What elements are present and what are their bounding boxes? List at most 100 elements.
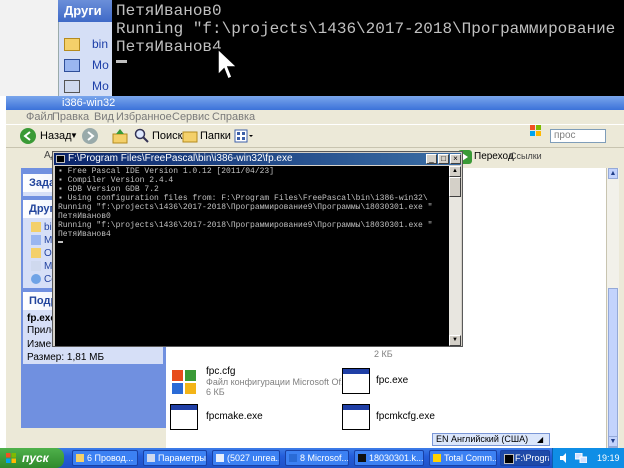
menu-view[interactable]: Вид: [94, 110, 114, 124]
langbar-menu-icon[interactable]: ◢: [537, 434, 543, 445]
menu-help[interactable]: Справка: [212, 110, 255, 124]
taskbar-button-office[interactable]: 8 Microsof...: [285, 450, 349, 466]
volume-icon[interactable]: [559, 453, 569, 463]
console-line: ПетяИванов4: [116, 38, 222, 56]
taskbar-button-document[interactable]: 18030301.k...: [354, 450, 424, 466]
word-icon: [289, 454, 297, 462]
my-documents-icon: [31, 235, 41, 245]
text-cursor: [116, 60, 127, 63]
file-name[interactable]: fpcmkcfg.exe: [376, 411, 435, 422]
background-window-edge: [0, 0, 59, 96]
scroll-down-icon[interactable]: ▼: [449, 335, 461, 346]
back-dropdown-icon[interactable]: ▼: [70, 128, 78, 144]
console-line: ▪ Compiler Version 2.4.4: [58, 176, 174, 185]
start-label: пуск: [22, 451, 49, 465]
menu-tools[interactable]: Сервис: [172, 110, 210, 124]
bg-sidebar-item[interactable]: Мо: [92, 79, 109, 93]
taskbar-button-total-commander[interactable]: Total Comm...: [429, 450, 497, 466]
console-line: ПетяИванов0: [116, 2, 222, 20]
console-line: ▪ GDB Version GDB 7.2: [58, 185, 159, 194]
menu-file[interactable]: Файл: [26, 110, 53, 124]
file-type: Файл конфигурации Microsoft Of...: [206, 377, 349, 387]
bg-sidebar-item[interactable]: bin: [92, 37, 108, 51]
language-indicator: EN Английский (США): [436, 434, 529, 444]
maximize-button[interactable]: □: [438, 154, 449, 164]
scroll-thumb[interactable]: [608, 288, 618, 448]
console-line: ▪ Using configuration files from: F:\Pro…: [58, 194, 428, 203]
my-documents-icon: [64, 59, 80, 72]
document-icon: [358, 454, 366, 462]
console-line: Running "f:\projects\1436\2017-2018\Прог…: [58, 203, 433, 212]
start-button[interactable]: пуск: [0, 448, 64, 468]
network-icon[interactable]: [575, 453, 587, 463]
text-cursor: [58, 241, 63, 243]
background-explorer-panel: Други bin Мо Мо: [0, 0, 112, 96]
console-line: Running "f:\projects\1436\2017-2018\Прог…: [116, 20, 616, 38]
shared-folder-icon: [31, 248, 41, 258]
explorer-titlebar[interactable]: i386-win32: [6, 96, 624, 110]
folders-button[interactable]: Папки: [200, 128, 231, 144]
console-line: ▪ Free Pascal IDE Version 1.0.12 [2011/0…: [58, 167, 275, 176]
window-title: i386-win32: [62, 97, 116, 109]
taskbar-button-settings[interactable]: Параметры...: [143, 450, 207, 466]
folder-icon: [64, 38, 80, 51]
mail-icon: [216, 454, 224, 462]
minimize-button[interactable]: _: [426, 154, 437, 164]
up-folder-icon[interactable]: [112, 128, 128, 144]
my-computer-icon: [64, 80, 80, 93]
console-app-icon: [504, 454, 514, 464]
scroll-down-icon[interactable]: ▼: [608, 436, 618, 447]
back-arrow-icon[interactable]: [20, 128, 36, 144]
settings-icon: [147, 454, 155, 462]
console-app-icon: [56, 155, 65, 163]
my-computer-icon: [31, 261, 41, 271]
views-icon[interactable]: [234, 128, 254, 144]
console-line: ПетяИванов4: [58, 230, 111, 239]
search-field[interactable]: прос: [550, 129, 606, 143]
taskbar-button-fp-console[interactable]: F:\Program ...: [500, 450, 550, 466]
file-name[interactable]: fpcmake.exe: [206, 411, 263, 422]
fp-console-output[interactable]: ▪ Free Pascal IDE Version 1.0.12 [2011/0…: [55, 166, 449, 346]
links-toolbar[interactable]: Ссылки: [510, 151, 542, 161]
scroll-up-icon[interactable]: ▲: [608, 168, 618, 179]
search-button[interactable]: Поиск: [152, 128, 182, 144]
network-icon: [31, 274, 41, 284]
folders-icon[interactable]: [182, 128, 198, 144]
fp-window-title: F:\Program Files\FreePascal\bin\i386-win…: [68, 153, 293, 164]
exe-file-icon[interactable]: [342, 368, 370, 394]
menu-edit[interactable]: Правка: [52, 110, 89, 124]
forward-arrow-icon[interactable]: [82, 128, 98, 144]
console-line: ПетяИванов0: [58, 212, 111, 221]
exe-file-icon[interactable]: [170, 404, 198, 430]
clock[interactable]: 19:19: [597, 448, 620, 468]
bg-other-places-heading[interactable]: Други: [58, 0, 112, 22]
config-file-icon[interactable]: [170, 368, 198, 396]
background-console-window[interactable]: ПетяИванов0 Running "f:\projects\1436\20…: [112, 0, 624, 96]
exe-file-icon[interactable]: [342, 404, 370, 430]
menu-favorites[interactable]: Избранное: [116, 110, 172, 124]
file-name[interactable]: fpc.cfg: [206, 366, 235, 377]
taskbar-button-explorer[interactable]: 6 Провод...: [72, 450, 138, 466]
close-button[interactable]: ×: [450, 154, 461, 164]
bg-sidebar-item[interactable]: Мо: [92, 58, 109, 72]
scroll-up-icon[interactable]: ▲: [449, 166, 461, 177]
fp-titlebar[interactable]: F:\Program Files\FreePascal\bin\i386-win…: [54, 153, 461, 165]
file-list-scrollbar[interactable]: ▲ ▼: [606, 168, 619, 448]
fp-console-window[interactable]: F:\Program Files\FreePascal\bin\i386-win…: [52, 151, 463, 347]
standard-toolbar: Назад ▼ Поиск Папки прос: [6, 124, 624, 148]
scroll-thumb[interactable]: [449, 177, 461, 197]
folder-icon: [76, 454, 84, 462]
menu-bar: Файл Правка Вид Избранное Сервис Справка: [6, 110, 624, 136]
taskbar-button-mail[interactable]: (5027 unrea...: [212, 450, 280, 466]
go-button[interactable]: Переход: [474, 151, 514, 162]
taskbar: пуск 6 Провод... Параметры... (5027 unre…: [0, 448, 624, 468]
folder-icon: [31, 222, 41, 232]
fp-console-scrollbar[interactable]: ▲ ▼: [449, 166, 461, 346]
console-line: Running "f:\projects\1436\2017-2018\Прог…: [58, 221, 433, 230]
file-name[interactable]: fpc.exe: [376, 375, 408, 386]
back-button[interactable]: Назад: [40, 128, 72, 144]
system-tray: 19:19: [552, 448, 624, 468]
language-bar[interactable]: EN Английский (США) ◢: [432, 433, 550, 446]
search-icon[interactable]: [134, 128, 150, 144]
details-size: Размер: 1,81 МБ: [27, 352, 105, 363]
